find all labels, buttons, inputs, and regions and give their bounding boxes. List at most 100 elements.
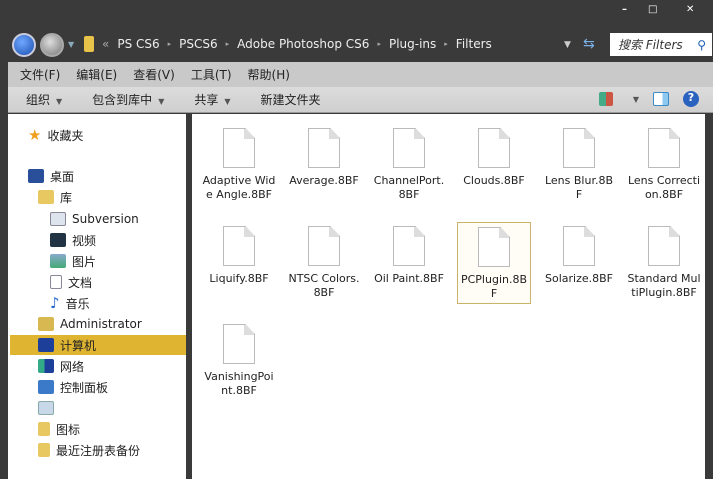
view-dropdown[interactable]: ▼: [633, 95, 639, 104]
file-item[interactable]: NTSC Colors.8BF: [287, 222, 361, 304]
file-name: Clouds.8BF: [463, 174, 525, 187]
sidebar-item-video[interactable]: 视频: [50, 230, 96, 250]
include-in-library-button[interactable]: 包含到库中 ▼: [92, 91, 164, 108]
organize-button[interactable]: 组织 ▼: [26, 91, 62, 108]
menu-tools[interactable]: 工具(T): [191, 66, 232, 83]
folder-icon: [38, 443, 50, 457]
forward-button[interactable]: [40, 33, 64, 57]
file-item[interactable]: Average.8BF: [287, 124, 361, 206]
file-item[interactable]: PCPlugin.8BF: [457, 222, 531, 304]
music-icon: ♪: [50, 294, 60, 312]
file-name: Lens Correction.8BF: [627, 174, 701, 201]
file-icon: [223, 226, 255, 266]
menu-bar: 文件(F) 编辑(E) 查看(V) 工具(T) 帮助(H): [8, 62, 713, 87]
file-item[interactable]: Lens Correction.8BF: [627, 124, 701, 206]
menu-help[interactable]: 帮助(H): [248, 66, 290, 83]
file-item[interactable]: ChannelPort.8BF: [372, 124, 446, 206]
maximize-button[interactable]: □: [648, 4, 657, 15]
file-icon: [563, 128, 595, 168]
crumb[interactable]: PSCS6: [179, 37, 217, 51]
file-name: Liquify.8BF: [209, 272, 269, 285]
sidebar-item-computer[interactable]: 计算机: [10, 335, 186, 355]
documents-icon: [50, 275, 62, 289]
file-icon: [223, 128, 255, 168]
file-icon: [308, 226, 340, 266]
crumb[interactable]: Plug-ins: [389, 37, 436, 51]
file-name: Average.8BF: [289, 174, 359, 187]
view-options-icon[interactable]: [598, 92, 613, 106]
desktop-icon: [28, 169, 44, 183]
crumb[interactable]: PS CS6: [117, 37, 159, 51]
file-item[interactable]: Liquify.8BF: [202, 222, 276, 304]
sidebar-item-music[interactable]: ♪ 音乐: [50, 293, 90, 313]
library-icon: [38, 190, 54, 204]
sidebar-item-network[interactable]: 网络: [38, 356, 84, 376]
menu-view[interactable]: 查看(V): [133, 66, 175, 83]
menu-edit[interactable]: 编辑(E): [76, 66, 117, 83]
sidebar-item-subversion[interactable]: Subversion: [50, 209, 139, 229]
file-name: Solarize.8BF: [545, 272, 613, 285]
file-icon: [393, 128, 425, 168]
file-item[interactable]: Clouds.8BF: [457, 124, 531, 206]
video-icon: [50, 233, 66, 247]
file-item[interactable]: Oil Paint.8BF: [372, 222, 446, 304]
file-item[interactable]: Adaptive Wide Angle.8BF: [202, 124, 276, 206]
file-name: VanishingPoint.8BF: [204, 370, 274, 397]
address-dropdown[interactable]: ▼: [564, 40, 571, 50]
sidebar-item-documents[interactable]: 文档: [50, 272, 92, 292]
sidebar-item-administrator[interactable]: Administrator: [38, 314, 142, 334]
control-panel-icon: [38, 380, 54, 394]
file-name: Standard MultiPlugin.8BF: [627, 272, 701, 299]
close-button[interactable]: ✕: [686, 4, 694, 15]
file-item[interactable]: Lens Blur.8BF: [542, 124, 616, 206]
file-icon: [648, 226, 680, 266]
file-name: ChannelPort.8BF: [373, 174, 445, 201]
file-item[interactable]: VanishingPoint.8BF: [202, 320, 276, 402]
search-input[interactable]: 搜索 Filters ⚲: [610, 33, 712, 56]
file-icon: [393, 226, 425, 266]
refresh-icon[interactable]: ⇆: [583, 36, 595, 52]
sidebar-item-pictures[interactable]: 图片: [50, 251, 96, 271]
back-button[interactable]: [12, 33, 36, 57]
file-name: Adaptive Wide Angle.8BF: [202, 174, 276, 201]
document-icon: [50, 212, 66, 226]
file-icon: [223, 324, 255, 364]
computer-icon: [38, 338, 54, 352]
star-icon: ★: [28, 126, 42, 144]
file-icon: [563, 226, 595, 266]
folder-icon: [84, 36, 94, 52]
minimize-button[interactable]: –: [622, 4, 627, 15]
breadcrumb-overflow[interactable]: «: [102, 37, 109, 51]
sidebar-item-recycle-bin[interactable]: [38, 398, 54, 418]
sidebar-item-library[interactable]: 库: [38, 187, 72, 207]
file-item[interactable]: Solarize.8BF: [542, 222, 616, 304]
folder-icon: [38, 422, 50, 436]
sidebar-item-registry-backup[interactable]: 最近注册表备份: [38, 440, 140, 460]
sidebar-item-desktop[interactable]: 桌面: [28, 166, 74, 186]
file-icon: [478, 128, 510, 168]
search-icon[interactable]: ⚲: [697, 38, 706, 52]
help-icon[interactable]: ?: [683, 91, 699, 107]
file-item[interactable]: Standard MultiPlugin.8BF: [627, 222, 701, 304]
preview-pane-icon[interactable]: [653, 92, 669, 106]
breadcrumb[interactable]: « PS CS6 ▸ PSCS6 ▸ Adobe Photoshop CS6 ▸ Pl…: [84, 36, 492, 52]
share-button[interactable]: 共享 ▼: [194, 91, 230, 108]
file-icon: [648, 128, 680, 168]
new-folder-button[interactable]: 新建文件夹: [261, 91, 321, 108]
file-name: PCPlugin.8BF: [460, 273, 528, 300]
recent-pages-dropdown[interactable]: ▼: [68, 40, 74, 49]
sidebar-item-icons-folder[interactable]: 图标: [38, 419, 80, 439]
file-icon: [308, 128, 340, 168]
pictures-icon: [50, 254, 66, 268]
file-name: NTSC Colors.8BF: [288, 272, 360, 299]
menu-file[interactable]: 文件(F): [20, 66, 60, 83]
recycle-bin-icon: [38, 401, 54, 415]
toolbar: 组织 ▼ 包含到库中 ▼ 共享 ▼ 新建文件夹 ▼ ?: [8, 87, 713, 113]
file-list: Adaptive Wide Angle.8BF Average.8BF Channe…: [192, 114, 705, 479]
network-icon: [38, 359, 54, 373]
sidebar-item-favorites[interactable]: ★ 收藏夹: [28, 125, 83, 145]
crumb[interactable]: Filters: [456, 37, 492, 51]
crumb[interactable]: Adobe Photoshop CS6: [237, 37, 369, 51]
navigation-pane: ★ 收藏夹 桌面 库 Subversion 视频 图片 文档 ♪ 音乐 Admini…: [8, 114, 186, 479]
sidebar-item-control-panel[interactable]: 控制面板: [38, 377, 108, 397]
